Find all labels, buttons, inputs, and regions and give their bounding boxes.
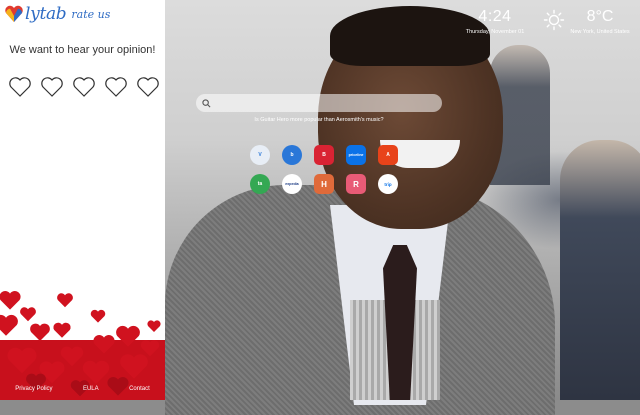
opinion-heading: We want to hear your opinion! [9,44,156,56]
search-input[interactable] [211,95,442,111]
heart-rating-5-icon[interactable] [136,76,160,98]
aliexpress-glyph: A [386,152,390,158]
trip-glyph: trip [384,181,392,187]
hotels-glyph: H [321,179,327,189]
heart-rating-1-icon[interactable] [8,76,32,98]
clock-time: 4:24 [478,8,512,25]
shortcut-grid: V b B priceline A ta expedia H R trip [244,145,404,195]
tripadvisor-lite-icon: trip [378,174,398,194]
r-app-icon: R [346,174,366,194]
sun-weather-icon[interactable] [543,9,565,31]
search-bar[interactable] [196,94,442,112]
heart-rating-3-icon[interactable] [72,76,96,98]
search-icon[interactable] [202,98,211,108]
heart-rating-4-icon[interactable] [104,76,128,98]
temperature: 8°C [586,8,614,25]
brand-b-icon: B [314,145,334,165]
sidebar-footer: Privacy Policy EULA Contact [0,386,165,392]
vpn-shield-icon: V [250,145,270,165]
shortcut-booking[interactable]: b [276,145,308,166]
eula-link[interactable]: EULA [83,386,99,392]
shortcut-aliexpress[interactable]: A [372,145,404,166]
heart-rating-2-icon[interactable] [40,76,64,98]
booking-b-icon: b [282,145,302,165]
logo-text: lytab [25,4,67,24]
rating-sidebar: lytab rate us We want to hear your opini… [0,0,165,400]
priceline-icon: priceline [346,145,366,165]
expedia-glyph: expedia [285,182,299,186]
logo[interactable]: lytab rate us [0,0,165,28]
clock-date: Thursday, November 01 [465,29,525,35]
shortcut-r-app[interactable]: R [340,174,372,195]
priceline-glyph: priceline [348,153,364,157]
expedia-icon: expedia [282,174,302,194]
tripadvisor-icon: ta [250,174,270,194]
shortcut-priceline[interactable]: priceline [340,145,372,166]
background-person-right [560,140,640,400]
contact-link[interactable]: Contact [129,386,150,392]
hotels-h-icon: H [314,174,334,194]
weather-widget[interactable]: 8°C New York, United States [568,8,632,35]
r-app-glyph: R [353,179,359,189]
weather-location: New York, United States [570,29,630,35]
aliexpress-icon: A [378,145,398,165]
heart-logo-icon [5,5,23,22]
search-suggestion[interactable]: Is Guitar Hero more popular than Aerosmi… [196,117,442,123]
shortcut-hotels[interactable]: H [308,174,340,195]
clock-widget: 4:24 Thursday, November 01 [455,8,535,35]
shortcut-expedia[interactable]: expedia [276,174,308,195]
shortcut-vpn[interactable]: V [244,145,276,166]
shortcut-brand-b[interactable]: B [308,145,340,166]
heart-rating [8,76,160,98]
vpn-glyph: V [258,152,262,158]
rate-us-label: rate us [71,7,111,21]
hearts-decoration [0,291,165,400]
tripadvisor-glyph: ta [257,181,263,187]
shortcut-tripadvisor[interactable]: ta [244,174,276,195]
shortcut-tripadvisor-lite[interactable]: trip [372,174,404,195]
privacy-policy-link[interactable]: Privacy Policy [15,386,52,392]
brand-b-glyph: B [322,152,326,158]
booking-glyph: b [290,152,294,158]
